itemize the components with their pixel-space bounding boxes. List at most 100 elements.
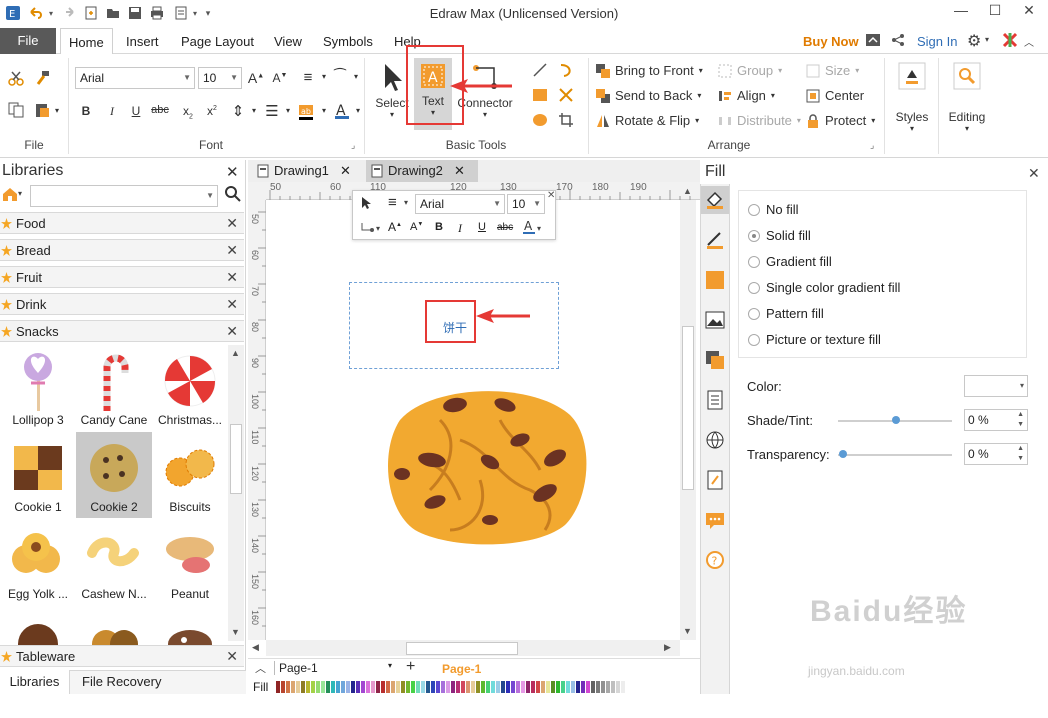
transparency-slider-knob[interactable] bbox=[839, 450, 847, 458]
styles-button[interactable]: Styles ▾ bbox=[892, 60, 932, 144]
send-to-back-button[interactable]: Send to Back ▾ bbox=[596, 88, 701, 103]
palette-swatch[interactable] bbox=[401, 681, 405, 693]
close-category-icon[interactable]: ✕ bbox=[226, 646, 238, 667]
format-painter-icon[interactable] bbox=[32, 68, 52, 88]
color-picker[interactable]: ▾ bbox=[964, 375, 1028, 397]
size-button[interactable]: Size ▾ bbox=[806, 63, 859, 78]
shadow-icon[interactable] bbox=[705, 270, 725, 293]
group-button[interactable]: Group ▾ bbox=[718, 63, 782, 78]
palette-swatch[interactable] bbox=[336, 681, 340, 693]
help-icon[interactable]: ? bbox=[705, 550, 725, 573]
mini-pointer-icon[interactable] bbox=[360, 196, 372, 213]
palette-swatch[interactable] bbox=[616, 681, 620, 693]
collapse-ribbon-icon[interactable]: ︿ bbox=[1024, 34, 1034, 49]
fill-option-gradient-fill[interactable]: Gradient fill bbox=[748, 254, 832, 269]
palette-swatch[interactable] bbox=[411, 681, 415, 693]
scroll-right-icon[interactable]: ▶ bbox=[664, 642, 671, 653]
buy-now-link[interactable]: Buy Now bbox=[803, 34, 859, 49]
palette-swatch[interactable] bbox=[436, 681, 440, 693]
palette-swatch[interactable] bbox=[461, 681, 465, 693]
palette-swatch[interactable] bbox=[326, 681, 330, 693]
subscript-button[interactable]: x2 bbox=[178, 104, 198, 120]
settings-dropdown-icon[interactable]: ▾ bbox=[985, 35, 989, 44]
palette-swatch[interactable] bbox=[556, 681, 560, 693]
close-category-icon[interactable]: ✕ bbox=[226, 321, 238, 342]
collapse-pages-icon[interactable]: ︿ bbox=[255, 660, 266, 676]
palette-swatch[interactable] bbox=[546, 681, 550, 693]
palette-swatch[interactable] bbox=[376, 681, 380, 693]
palette-swatch[interactable] bbox=[531, 681, 535, 693]
fill-option-solid-fill[interactable]: Solid fill bbox=[748, 228, 811, 243]
mini-strikethrough-button[interactable]: abc bbox=[497, 222, 513, 233]
scroll-down-icon[interactable]: ▼ bbox=[683, 626, 692, 636]
bold-button[interactable]: B bbox=[76, 104, 96, 118]
library-search-input[interactable]: ▼ bbox=[30, 185, 218, 207]
palette-swatch[interactable] bbox=[391, 681, 395, 693]
settings-gear-icon[interactable]: ⚙ bbox=[967, 31, 981, 51]
close-category-icon[interactable]: ✕ bbox=[226, 267, 238, 288]
doc-tab-drawing2[interactable]: Drawing2 ✕ bbox=[366, 160, 478, 182]
mini-font-color-icon[interactable]: A bbox=[522, 219, 536, 238]
fill-option-single-color-gradient[interactable]: Single color gradient fill bbox=[748, 280, 900, 295]
scroll-left-icon[interactable]: ◀ bbox=[252, 642, 259, 653]
palette-swatch[interactable] bbox=[331, 681, 335, 693]
underline-button[interactable]: U bbox=[126, 104, 146, 118]
palette-swatch[interactable] bbox=[541, 681, 545, 693]
page-tab-active[interactable]: Page-1 bbox=[442, 662, 481, 676]
palette-swatch[interactable] bbox=[586, 681, 590, 693]
tab-insert[interactable]: Insert bbox=[126, 34, 159, 49]
line-spacing-dropdown-icon[interactable]: ▾ bbox=[244, 106, 264, 115]
mini-bold-button[interactable]: B bbox=[435, 221, 443, 233]
minimize-icon[interactable]: — bbox=[946, 2, 976, 22]
palette-swatch[interactable] bbox=[606, 681, 610, 693]
transparency-slider[interactable] bbox=[838, 454, 952, 456]
apps-logo-icon[interactable] bbox=[1002, 32, 1018, 51]
page-properties-icon[interactable] bbox=[705, 390, 725, 413]
shade-tint-spinner[interactable]: 0 % ▲ ▼ bbox=[964, 409, 1028, 431]
font-dialog-launcher-icon[interactable]: ⌟ bbox=[351, 140, 355, 151]
library-category-fruit[interactable]: Fruit ✕ bbox=[0, 266, 244, 288]
palette-swatch[interactable] bbox=[301, 681, 305, 693]
palette-swatch[interactable] bbox=[496, 681, 500, 693]
fill-option-pattern-fill[interactable]: Pattern fill bbox=[748, 306, 824, 321]
bring-to-front-button[interactable]: Bring to Front ▾ bbox=[596, 63, 703, 78]
palette-swatch[interactable] bbox=[346, 681, 350, 693]
palette-swatch[interactable] bbox=[591, 681, 595, 693]
palette-swatch[interactable] bbox=[426, 681, 430, 693]
crop-tool-icon[interactable] bbox=[556, 110, 576, 130]
palette-swatch[interactable] bbox=[561, 681, 565, 693]
font-color-dropdown-icon[interactable]: ▾ bbox=[348, 106, 368, 115]
home-icon[interactable] bbox=[2, 186, 18, 205]
library-category-tableware[interactable]: Tableware ✕ bbox=[0, 645, 244, 667]
palette-swatch[interactable] bbox=[306, 681, 310, 693]
palette-swatch[interactable] bbox=[581, 681, 585, 693]
doc-tab-drawing1[interactable]: Drawing1 ✕ bbox=[252, 160, 364, 182]
close-window-icon[interactable]: ✕ bbox=[1014, 2, 1044, 22]
line-tool-icon[interactable] bbox=[530, 60, 550, 80]
spinner-arrows-icon[interactable]: ▲ ▼ bbox=[1017, 444, 1024, 464]
palette-swatch[interactable] bbox=[596, 681, 600, 693]
mini-align-dropdown-icon[interactable]: ▾ bbox=[404, 198, 408, 207]
palette-swatch[interactable] bbox=[431, 681, 435, 693]
close-tab-icon[interactable]: ✕ bbox=[340, 160, 351, 182]
mini-font-color-dropdown-icon[interactable]: ▾ bbox=[537, 224, 541, 233]
scroll-up-icon[interactable]: ▲ bbox=[683, 186, 692, 196]
shade-tint-slider-knob[interactable] bbox=[892, 416, 900, 424]
library-scroll-thumb[interactable] bbox=[230, 424, 242, 494]
tab-file-recovery[interactable]: File Recovery bbox=[82, 674, 161, 689]
palette-swatch[interactable] bbox=[371, 681, 375, 693]
shape-cookie-2[interactable]: Cookie 2 bbox=[76, 432, 152, 518]
shape-biscuits[interactable]: Biscuits bbox=[152, 432, 228, 518]
mini-shrink-font-icon[interactable]: A▼ bbox=[410, 221, 423, 233]
maximize-icon[interactable]: ☐ bbox=[980, 2, 1010, 22]
palette-swatch[interactable] bbox=[406, 681, 410, 693]
palette-swatch[interactable] bbox=[361, 681, 365, 693]
canvas-hscroll-thumb[interactable] bbox=[406, 642, 518, 655]
shrink-font-icon[interactable]: A▼ bbox=[270, 71, 290, 85]
fill-bucket-icon[interactable] bbox=[705, 190, 725, 213]
shape-cookie-1[interactable]: Cookie 1 bbox=[0, 432, 76, 518]
palette-swatch[interactable] bbox=[421, 681, 425, 693]
palette-swatch[interactable] bbox=[396, 681, 400, 693]
tab-home[interactable]: Home bbox=[60, 28, 113, 55]
library-category-drink[interactable]: Drink ✕ bbox=[0, 293, 244, 315]
